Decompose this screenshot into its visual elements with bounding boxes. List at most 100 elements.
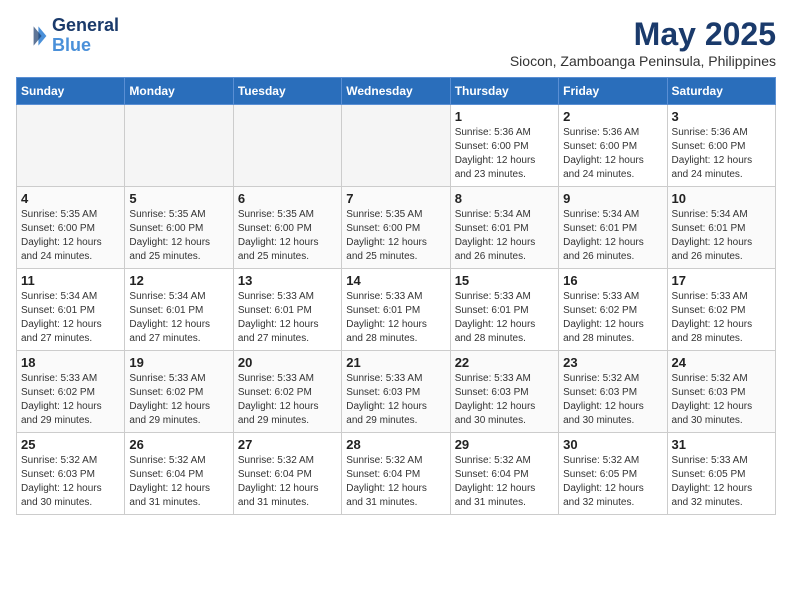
day-info: Sunrise: 5:33 AM Sunset: 6:02 PM Dayligh… <box>563 290 662 346</box>
calendar-cell <box>342 105 450 187</box>
day-number: 18 <box>21 355 120 370</box>
day-number: 19 <box>129 355 228 370</box>
day-info: Sunrise: 5:36 AM Sunset: 6:00 PM Dayligh… <box>455 126 554 182</box>
day-info: Sunrise: 5:32 AM Sunset: 6:03 PM Dayligh… <box>563 372 662 428</box>
weekday-header: Wednesday <box>342 78 450 105</box>
day-number: 31 <box>672 437 771 452</box>
day-info: Sunrise: 5:33 AM Sunset: 6:03 PM Dayligh… <box>455 372 554 428</box>
day-info: Sunrise: 5:36 AM Sunset: 6:00 PM Dayligh… <box>563 126 662 182</box>
weekday-header: Monday <box>125 78 233 105</box>
logo-icon <box>16 20 48 52</box>
day-number: 20 <box>238 355 337 370</box>
calendar-cell: 15Sunrise: 5:33 AM Sunset: 6:01 PM Dayli… <box>450 269 558 351</box>
calendar-cell: 21 Sunrise: 5:33 AM Sunset: 6:03 PM Dayli… <box>342 351 450 433</box>
calendar-cell: 19 Sunrise: 5:33 AM Sunset: 6:02 PM Dayli… <box>125 351 233 433</box>
day-info: Sunrise: 5:32 AM Sunset: 6:04 PM Dayligh… <box>129 454 228 510</box>
day-number: 1 <box>455 109 554 124</box>
calendar-cell: 31 Sunrise: 5:33 AM Sunset: 6:05 PM Dayli… <box>667 433 775 515</box>
day-info: Sunrise: 5:35 AM Sunset: 6:00 PM Dayligh… <box>238 208 337 264</box>
day-info: Sunrise: 5:33 AM Sunset: 6:02 PM Dayligh… <box>672 290 771 346</box>
calendar-cell: 18Sunrise: 5:33 AM Sunset: 6:02 PM Dayli… <box>17 351 125 433</box>
page-header: General Blue May 2025 Siocon, Zamboanga … <box>16 16 776 69</box>
logo-line1: General <box>52 16 119 36</box>
day-number: 30 <box>563 437 662 452</box>
day-number: 24 <box>672 355 771 370</box>
day-number: 22 <box>455 355 554 370</box>
day-number: 10 <box>672 191 771 206</box>
calendar-subtitle: Siocon, Zamboanga Peninsula, Philippines <box>510 53 776 69</box>
calendar-cell: 5Sunrise: 5:35 AM Sunset: 6:00 PM Daylig… <box>125 187 233 269</box>
calendar-cell <box>233 105 341 187</box>
calendar-title: May 2025 <box>510 16 776 53</box>
day-info: Sunrise: 5:34 AM Sunset: 6:01 PM Dayligh… <box>129 290 228 346</box>
day-number: 16 <box>563 273 662 288</box>
weekday-header: Sunday <box>17 78 125 105</box>
calendar-cell: 14 Sunrise: 5:33 AM Sunset: 6:01 PM Dayli… <box>342 269 450 351</box>
day-info: Sunrise: 5:34 AM Sunset: 6:01 PM Dayligh… <box>455 208 554 264</box>
calendar-week-row: 4 Sunrise: 5:35 AM Sunset: 6:00 PM Daylig… <box>17 187 776 269</box>
day-info: Sunrise: 5:33 AM Sunset: 6:03 PM Dayligh… <box>346 372 445 428</box>
day-info: Sunrise: 5:35 AM Sunset: 6:00 PM Dayligh… <box>346 208 445 264</box>
calendar-week-row: 25 Sunrise: 5:32 AM Sunset: 6:03 PM Dayli… <box>17 433 776 515</box>
calendar-cell <box>125 105 233 187</box>
calendar-cell: 1 Sunrise: 5:36 AM Sunset: 6:00 PM Daylig… <box>450 105 558 187</box>
day-number: 25 <box>21 437 120 452</box>
day-info: Sunrise: 5:34 AM Sunset: 6:01 PM Dayligh… <box>563 208 662 264</box>
day-info: Sunrise: 5:33 AM Sunset: 6:02 PM Dayligh… <box>129 372 228 428</box>
day-info: Sunrise: 5:33 AM Sunset: 6:01 PM Dayligh… <box>238 290 337 346</box>
day-number: 21 <box>346 355 445 370</box>
day-info: Sunrise: 5:32 AM Sunset: 6:03 PM Dayligh… <box>672 372 771 428</box>
calendar-header: SundayMondayTuesdayWednesdayThursdayFrid… <box>17 78 776 105</box>
day-info: Sunrise: 5:34 AM Sunset: 6:01 PM Dayligh… <box>21 290 120 346</box>
day-number: 12 <box>129 273 228 288</box>
calendar-cell: 8 Sunrise: 5:34 AM Sunset: 6:01 PM Daylig… <box>450 187 558 269</box>
calendar-week-row: 1 Sunrise: 5:36 AM Sunset: 6:00 PM Daylig… <box>17 105 776 187</box>
calendar-cell: 28Sunrise: 5:32 AM Sunset: 6:04 PM Dayli… <box>342 433 450 515</box>
day-info: Sunrise: 5:32 AM Sunset: 6:03 PM Dayligh… <box>21 454 120 510</box>
day-number: 2 <box>563 109 662 124</box>
calendar-cell: 30 Sunrise: 5:32 AM Sunset: 6:05 PM Dayli… <box>559 433 667 515</box>
day-number: 13 <box>238 273 337 288</box>
day-info: Sunrise: 5:33 AM Sunset: 6:05 PM Dayligh… <box>672 454 771 510</box>
calendar-cell: 12 Sunrise: 5:34 AM Sunset: 6:01 PM Dayli… <box>125 269 233 351</box>
logo-line2: Blue <box>52 36 119 56</box>
calendar-cell: 3Sunrise: 5:36 AM Sunset: 6:00 PM Daylig… <box>667 105 775 187</box>
day-number: 6 <box>238 191 337 206</box>
day-number: 4 <box>21 191 120 206</box>
day-info: Sunrise: 5:36 AM Sunset: 6:00 PM Dayligh… <box>672 126 771 182</box>
day-info: Sunrise: 5:32 AM Sunset: 6:05 PM Dayligh… <box>563 454 662 510</box>
calendar-cell: 26 Sunrise: 5:32 AM Sunset: 6:04 PM Dayli… <box>125 433 233 515</box>
calendar-cell: 29 Sunrise: 5:32 AM Sunset: 6:04 PM Dayli… <box>450 433 558 515</box>
calendar-cell: 13 Sunrise: 5:33 AM Sunset: 6:01 PM Dayli… <box>233 269 341 351</box>
day-info: Sunrise: 5:32 AM Sunset: 6:04 PM Dayligh… <box>455 454 554 510</box>
day-number: 26 <box>129 437 228 452</box>
day-number: 11 <box>21 273 120 288</box>
weekday-header: Saturday <box>667 78 775 105</box>
weekday-header: Tuesday <box>233 78 341 105</box>
day-info: Sunrise: 5:35 AM Sunset: 6:00 PM Dayligh… <box>129 208 228 264</box>
day-info: Sunrise: 5:33 AM Sunset: 6:01 PM Dayligh… <box>455 290 554 346</box>
calendar-table: SundayMondayTuesdayWednesdayThursdayFrid… <box>16 77 776 515</box>
calendar-week-row: 18 Sunrise: 5:33 AM Sunset: 6:02 PM Dayli… <box>17 351 776 433</box>
day-info: Sunrise: 5:33 AM Sunset: 6:01 PM Dayligh… <box>346 290 445 346</box>
calendar-cell: 4 Sunrise: 5:35 AM Sunset: 6:00 PM Daylig… <box>17 187 125 269</box>
day-number: 8 <box>455 191 554 206</box>
day-info: Sunrise: 5:34 AM Sunset: 6:01 PM Dayligh… <box>672 208 771 264</box>
day-number: 14 <box>346 273 445 288</box>
logo: General Blue <box>16 16 119 56</box>
weekday-header: Friday <box>559 78 667 105</box>
calendar-cell: 10 Sunrise: 5:34 AM Sunset: 6:01 PM Dayli… <box>667 187 775 269</box>
day-number: 29 <box>455 437 554 452</box>
calendar-cell: 11 Sunrise: 5:34 AM Sunset: 6:01 PM Dayli… <box>17 269 125 351</box>
calendar-body: 1 Sunrise: 5:36 AM Sunset: 6:00 PM Daylig… <box>17 105 776 515</box>
calendar-cell: 2 Sunrise: 5:36 AM Sunset: 6:00 PM Daylig… <box>559 105 667 187</box>
calendar-cell: 6 Sunrise: 5:35 AM Sunset: 6:00 PM Daylig… <box>233 187 341 269</box>
calendar-cell: 20Sunrise: 5:33 AM Sunset: 6:02 PM Dayli… <box>233 351 341 433</box>
calendar-cell: 7Sunrise: 5:35 AM Sunset: 6:00 PM Daylig… <box>342 187 450 269</box>
calendar-week-row: 11 Sunrise: 5:34 AM Sunset: 6:01 PM Dayli… <box>17 269 776 351</box>
calendar-cell <box>17 105 125 187</box>
day-info: Sunrise: 5:32 AM Sunset: 6:04 PM Dayligh… <box>238 454 337 510</box>
calendar-cell: 27 Sunrise: 5:32 AM Sunset: 6:04 PM Dayli… <box>233 433 341 515</box>
day-info: Sunrise: 5:35 AM Sunset: 6:00 PM Dayligh… <box>21 208 120 264</box>
day-number: 27 <box>238 437 337 452</box>
